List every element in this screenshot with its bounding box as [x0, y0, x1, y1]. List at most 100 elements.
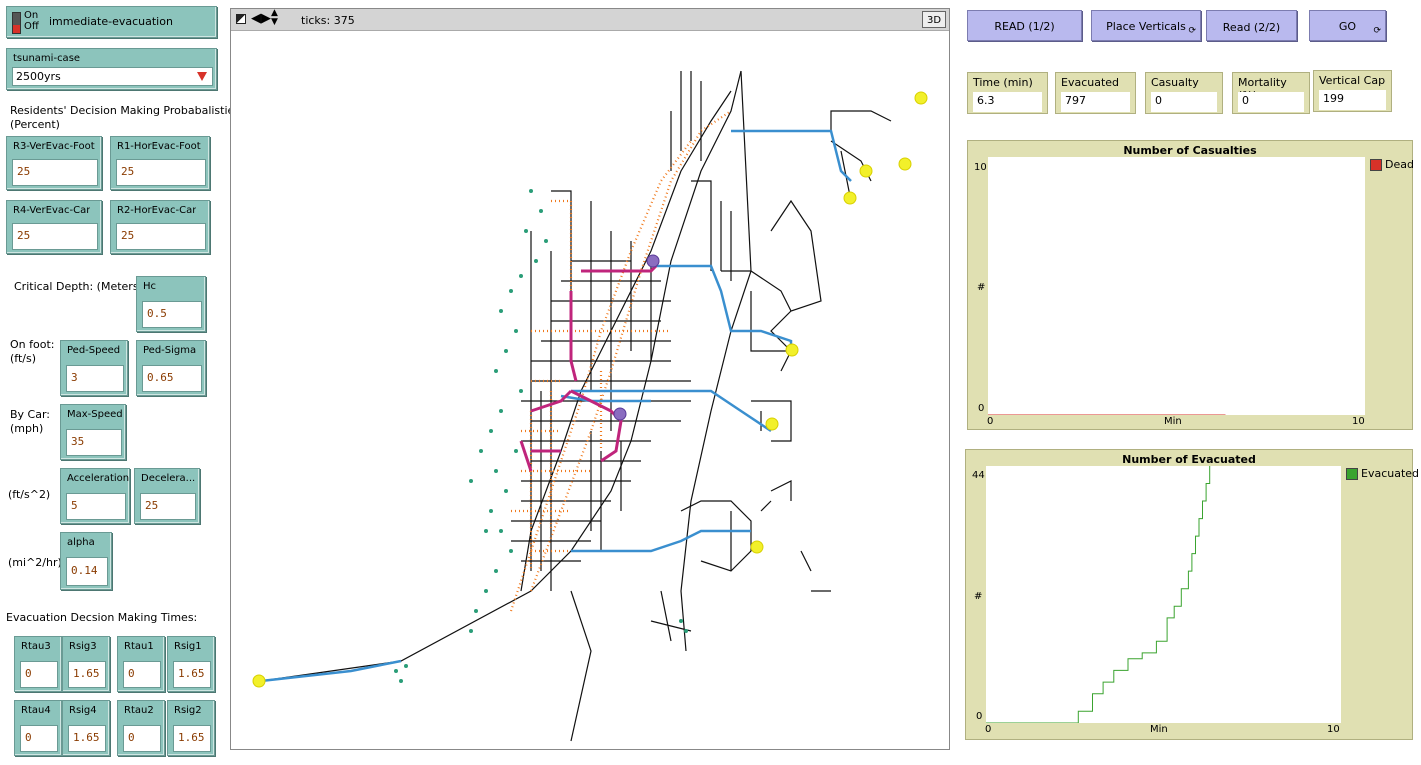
ped-speed-field[interactable]: 3	[66, 365, 124, 392]
hc-field[interactable]: 0.5	[142, 301, 202, 328]
r2-input[interactable]: R2-HorEvac-Car 25	[110, 200, 210, 254]
evacuated-ylabel: #	[974, 591, 983, 602]
rsig3-input[interactable]: Rsig3 1.65	[62, 636, 110, 692]
arrows-vertical-icon[interactable]: ▲ ▼	[271, 9, 278, 27]
ticks-counter: ticks: 375	[301, 14, 355, 27]
rsig1-field[interactable]: 1.65	[173, 661, 211, 688]
view-toolbar: ◀▶ ▲ ▼ ticks: 375 3D	[231, 9, 949, 31]
chooser-value: 2500yrs	[16, 70, 61, 83]
rtau2-field[interactable]: 0	[123, 725, 161, 752]
ped-sigma-input[interactable]: Ped-Sigma 0.65	[136, 340, 206, 396]
evacuated-monitor-value: 797	[1061, 92, 1130, 112]
rtau4-field[interactable]: 0	[20, 725, 58, 752]
r1-input[interactable]: R1-HorEvac-Foot 25	[110, 136, 210, 190]
rsig3-field[interactable]: 1.65	[68, 661, 106, 688]
decision-title: Residents' Decision Making Probabalistie…	[10, 104, 248, 117]
r1-label: R1-HorEvac-Foot	[117, 141, 201, 152]
decision-unit: (Percent)	[10, 118, 60, 131]
rtau4-input[interactable]: Rtau4 0	[14, 700, 62, 756]
rsig2-field[interactable]: 1.65	[173, 725, 211, 752]
max-speed-input[interactable]: Max-Speed 35	[60, 404, 126, 460]
casualty-monitor: Casualty 0	[1145, 72, 1223, 114]
rtau2-input[interactable]: Rtau2 0	[117, 700, 165, 756]
forever-icon: ⟳	[1373, 26, 1381, 36]
vertical-cap-monitor-value: 199	[1319, 90, 1386, 110]
rsig4-field[interactable]: 1.65	[68, 725, 106, 752]
time-monitor: Time (min) 6.3	[967, 72, 1048, 114]
casualties-xlabel: Min	[1164, 416, 1182, 427]
arrows-horizontal-icon[interactable]: ◀▶	[251, 11, 271, 26]
vertical-shelter	[613, 407, 627, 421]
3d-button[interactable]: 3D	[922, 11, 946, 28]
casualties-xmax: 10	[1352, 416, 1365, 427]
r4-field[interactable]: 25	[12, 223, 98, 250]
shelter-marker	[859, 164, 873, 178]
rtau3-input[interactable]: Rtau3 0	[14, 636, 62, 692]
legend-label-evacuated: Evacuated	[1361, 467, 1420, 480]
switch-label: immediate-evacuation	[49, 15, 173, 28]
evacuated-monitor: Evacuated 797	[1055, 72, 1136, 114]
switch-toggle[interactable]	[12, 12, 21, 34]
rsig2-input[interactable]: Rsig2 1.65	[167, 700, 215, 756]
resize-icon[interactable]	[236, 14, 246, 24]
deceleration-field[interactable]: 25	[140, 493, 196, 520]
casualties-ymin: 0	[978, 403, 985, 414]
evacuated-plot: Number of Evacuated 44 0 # 0 Min 10 Evac…	[965, 449, 1419, 740]
shelter-marker	[785, 343, 799, 357]
alpha-input[interactable]: alpha 0.14	[60, 532, 112, 590]
times-title: Evacuation Decsion Making Times:	[6, 611, 198, 624]
car-routes	[260, 129, 852, 683]
r4-label: R4-VerEvac-Car	[13, 205, 91, 216]
go-button[interactable]: GO ⟳	[1309, 10, 1386, 41]
r3-input[interactable]: R3-VerEvac-Foot 25	[6, 136, 102, 190]
series-line-evacuated	[986, 466, 1211, 723]
r3-field[interactable]: 25	[12, 159, 98, 186]
hc-input[interactable]: Hc 0.5	[136, 276, 206, 332]
r4-input[interactable]: R4-VerEvac-Car 25	[6, 200, 102, 254]
immediate-evacuation-switch[interactable]: On Off immediate-evacuation	[6, 6, 217, 38]
casualties-ylabel: #	[977, 282, 986, 293]
rsig3-label: Rsig3	[69, 641, 97, 652]
legend-swatch-evacuated	[1346, 468, 1358, 480]
acceleration-field[interactable]: 5	[66, 493, 126, 520]
casualty-monitor-label: Casualty	[1151, 76, 1199, 89]
shelter-marker	[843, 191, 857, 205]
place-verticals-button[interactable]: Place Verticals ⟳	[1091, 10, 1201, 41]
tsunami-case-chooser[interactable]: tsunami-case 2500yrs	[6, 48, 217, 90]
rsig4-input[interactable]: Rsig4 1.65	[62, 700, 110, 756]
acceleration-label: Acceleration	[67, 473, 130, 484]
casualties-plot-title: Number of Casualties	[1123, 144, 1257, 157]
casualties-legend: Dead	[1370, 158, 1414, 171]
r2-field[interactable]: 25	[116, 223, 206, 250]
evacuated-monitor-label: Evacuated	[1061, 76, 1120, 89]
read-2-button[interactable]: Read (2/2)	[1206, 10, 1297, 41]
rsig1-label: Rsig1	[174, 641, 202, 652]
rtau3-label: Rtau3	[21, 641, 51, 652]
rtau3-field[interactable]: 0	[20, 661, 58, 688]
alpha-unit: (mi^2/hr)	[8, 556, 62, 569]
alpha-label: alpha	[67, 537, 95, 548]
rtau1-input[interactable]: Rtau1 0	[117, 636, 165, 692]
ped-sigma-field[interactable]: 0.65	[142, 365, 202, 392]
rtau4-label: Rtau4	[21, 705, 51, 716]
chooser-dropdown[interactable]: 2500yrs	[12, 67, 213, 86]
accel-unit: (ft/s^2)	[8, 488, 51, 501]
evacuated-xmax: 10	[1327, 724, 1340, 735]
vertical-cap-monitor: Vertical Cap 199	[1313, 70, 1392, 112]
casualties-ymax: 10	[974, 162, 987, 173]
deceleration-input[interactable]: Decelera... 25	[134, 468, 200, 524]
ped-speed-input[interactable]: Ped-Speed 3	[60, 340, 128, 396]
switch-off-label: Off	[24, 21, 39, 32]
rsig1-input[interactable]: Rsig1 1.65	[167, 636, 215, 692]
world-view[interactable]: ◀▶ ▲ ▼ ticks: 375 3D	[230, 8, 950, 750]
alpha-field[interactable]: 0.14	[66, 557, 108, 586]
evacuated-plot-area	[986, 466, 1341, 723]
by-car-unit: (mph)	[10, 422, 44, 435]
max-speed-field[interactable]: 35	[66, 429, 122, 456]
rsig2-label: Rsig2	[174, 705, 202, 716]
rtau1-field[interactable]: 0	[123, 661, 161, 688]
read-1-button[interactable]: READ (1/2)	[967, 10, 1082, 41]
r1-field[interactable]: 25	[116, 159, 206, 186]
acceleration-input[interactable]: Acceleration 5	[60, 468, 130, 524]
evacuated-line-svg	[986, 466, 1211, 723]
